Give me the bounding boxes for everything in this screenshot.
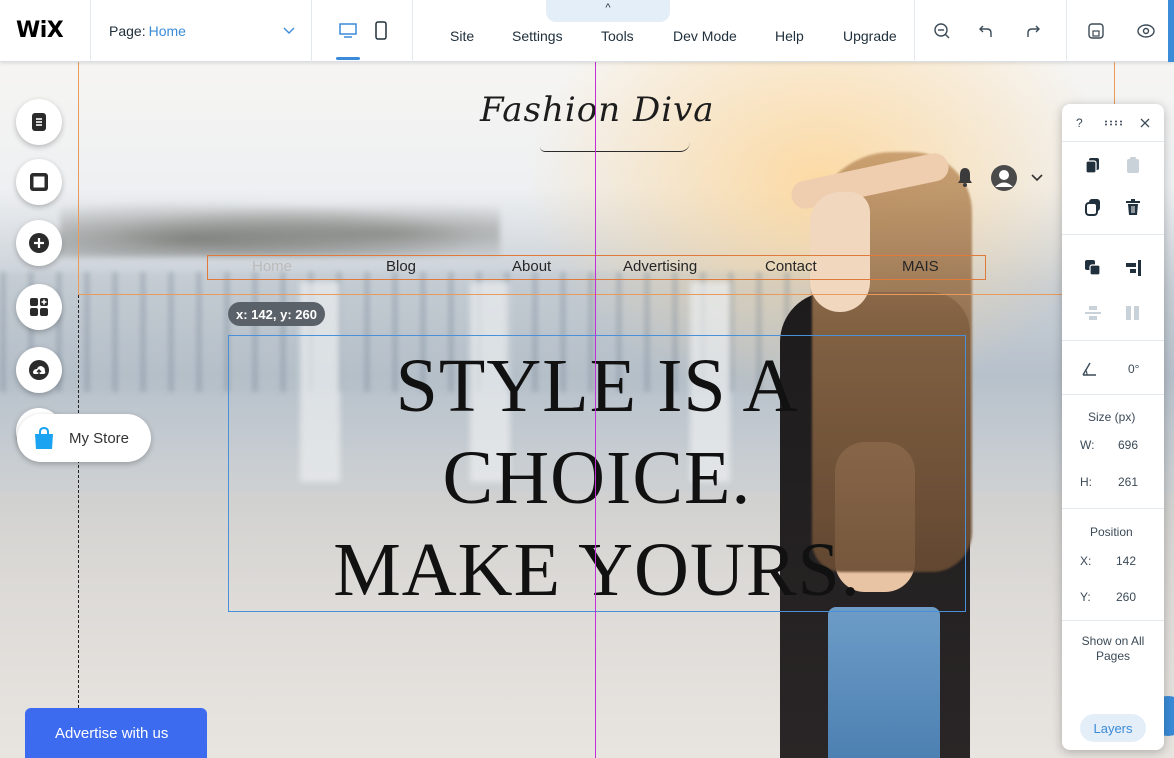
mobile-icon [375, 21, 387, 40]
cloud-upload-icon [29, 360, 49, 380]
nav-item-mais[interactable]: MAIS [902, 258, 939, 275]
background-button[interactable] [16, 159, 62, 205]
desktop-view-button[interactable] [330, 0, 366, 62]
pages-button[interactable] [16, 99, 62, 145]
close-icon[interactable] [1140, 118, 1150, 128]
inspector-header: ? [1062, 104, 1164, 142]
show-all-pages-label: Show on All Pages [1081, 634, 1145, 663]
undo-button[interactable] [975, 20, 997, 42]
preview-button[interactable] [1135, 20, 1157, 42]
menu-help[interactable]: Help [775, 28, 804, 44]
panel-divider [1062, 620, 1164, 621]
arrange-forward-icon[interactable] [1084, 259, 1102, 277]
undo-icon [979, 25, 992, 37]
panel-divider [1062, 508, 1164, 509]
chevron-up-icon: ^ [605, 2, 611, 14]
media-upload-button[interactable] [16, 347, 62, 393]
redo-button[interactable] [1022, 20, 1044, 42]
inspector-panel: ? 0° Size (px) W: 696 H: 261 Position X:… [1062, 104, 1164, 750]
x-value[interactable]: 142 [1116, 554, 1136, 568]
headline-line: STYLE IS A [395, 344, 799, 428]
page-selector-value: Home [148, 23, 186, 39]
collapse-topbar-button[interactable]: ^ [546, 0, 670, 22]
bell-icon[interactable] [955, 166, 975, 188]
align-right-icon[interactable] [1124, 259, 1142, 277]
zoom-out-button[interactable] [931, 20, 953, 42]
rotation-icon [1082, 362, 1096, 376]
panel-divider [1062, 340, 1164, 341]
my-store-label: My Store [69, 429, 130, 447]
pages-icon [32, 113, 46, 131]
headline-line: CHOICE. [442, 436, 752, 520]
y-value[interactable]: 260 [1116, 590, 1136, 604]
drag-handle-icon[interactable] [1104, 120, 1124, 126]
height-value[interactable]: 261 [1118, 475, 1138, 489]
publish-edge[interactable] [1168, 0, 1174, 62]
menu-tools[interactable]: Tools [601, 28, 634, 44]
toolbar-divider [412, 0, 413, 62]
avatar-icon[interactable] [990, 164, 1018, 192]
add-apps-button[interactable] [16, 284, 62, 330]
editor-top-bar: WiX Page: Home ^ Site Settings Tools Dev… [0, 0, 1174, 62]
toolbar-divider [914, 0, 915, 62]
duplicate-icon[interactable] [1084, 198, 1102, 216]
distribute-icon [1085, 306, 1101, 320]
shopping-bag-icon [35, 426, 53, 449]
site-nav-menu[interactable] [207, 255, 986, 280]
menu-upgrade[interactable]: Upgrade [843, 28, 897, 44]
site-logo-underline [540, 142, 690, 152]
toolbar-divider [1066, 0, 1067, 62]
zoom-out-icon [934, 23, 950, 39]
plus-icon [29, 233, 49, 253]
nav-item-advertising[interactable]: Advertising [623, 258, 697, 275]
add-elements-button[interactable] [16, 220, 62, 266]
rotation-value[interactable]: 0° [1128, 362, 1139, 376]
chevron-down-icon[interactable] [1030, 172, 1044, 184]
menu-site[interactable]: Site [450, 28, 474, 44]
page-selector-label: Page: [109, 23, 146, 39]
page-selector[interactable]: Page: Home [90, 0, 312, 62]
height-label: H: [1080, 475, 1092, 489]
apps-icon [30, 298, 48, 316]
match-size-icon [1126, 306, 1139, 320]
save-button[interactable] [1085, 20, 1107, 42]
help-icon[interactable]: ? [1076, 116, 1083, 130]
my-store-button[interactable]: My Store [17, 414, 151, 462]
nav-item-blog[interactable]: Blog [386, 258, 416, 275]
nav-item-contact[interactable]: Contact [765, 258, 817, 275]
nav-item-about[interactable]: About [512, 258, 551, 275]
headline-line: MAKE YOURS. [333, 528, 861, 612]
x-label: X: [1080, 554, 1092, 568]
desktop-icon [339, 23, 357, 38]
menu-settings[interactable]: Settings [512, 28, 563, 44]
size-title: Size (px) [1088, 410, 1136, 424]
menu-dev-mode[interactable]: Dev Mode [673, 28, 737, 44]
redo-icon [1027, 25, 1040, 37]
eye-icon [1137, 24, 1155, 38]
copy-icon[interactable] [1084, 156, 1102, 174]
photo-model-jeans [828, 607, 940, 758]
headline-text[interactable]: STYLE IS A CHOICE. MAKE YOURS. [228, 340, 966, 616]
delete-icon[interactable] [1124, 198, 1142, 216]
save-icon [1088, 23, 1104, 39]
mobile-view-button[interactable] [363, 0, 399, 62]
panel-divider [1062, 234, 1164, 235]
site-logo[interactable]: Fashion Diva [480, 90, 715, 130]
panel-divider [1062, 394, 1164, 395]
editor-canvas[interactable]: Fashion Diva Home Blog About Advertising… [0, 62, 1174, 758]
y-label: Y: [1080, 590, 1091, 604]
width-value[interactable]: 696 [1118, 438, 1138, 452]
paste-icon [1127, 157, 1139, 173]
background-icon [30, 173, 48, 191]
advertise-button[interactable]: Advertise with us [25, 708, 207, 758]
layers-button[interactable]: Layers [1080, 714, 1146, 742]
chevron-down-icon [283, 27, 295, 34]
nav-item-home[interactable]: Home [252, 258, 292, 275]
width-label: W: [1080, 438, 1095, 452]
wix-logo[interactable]: WiX [16, 18, 64, 43]
position-tooltip: x: 142, y: 260 [228, 302, 325, 326]
position-title: Position [1090, 525, 1133, 539]
gridline-left [78, 295, 79, 758]
center-guide-line [595, 62, 596, 758]
